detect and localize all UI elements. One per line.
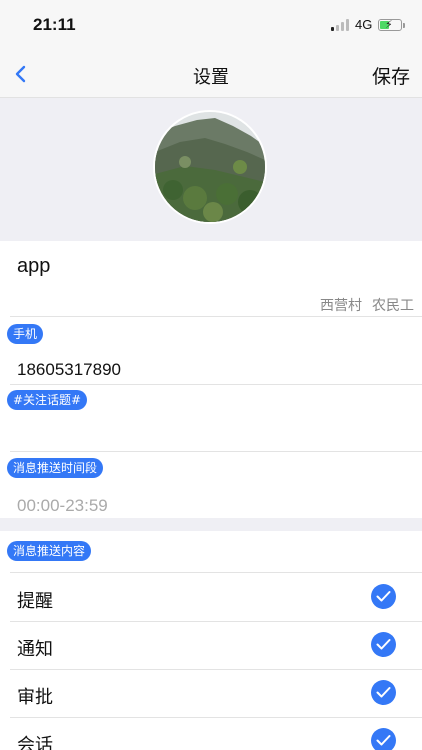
option-label: 会话	[17, 735, 53, 750]
divider	[10, 669, 422, 670]
push-time-label: 消息推送时间段	[7, 458, 104, 478]
checkmark-icon[interactable]	[371, 728, 396, 750]
nav-bar: 设置 保存	[0, 50, 422, 98]
divider	[10, 451, 422, 452]
network-type: 4G	[355, 17, 373, 32]
status-bar: 21:11 4G ⚡	[0, 0, 422, 50]
topic-field[interactable]	[17, 414, 407, 448]
push-content-label: 消息推送内容	[7, 541, 92, 561]
village-label: 西营村	[320, 298, 362, 314]
nickname-field[interactable]: app	[17, 255, 50, 278]
push-time-field[interactable]: 00:00-23:59	[17, 496, 108, 516]
divider	[10, 572, 422, 573]
page-title: 设置	[193, 67, 229, 88]
avatar-image	[155, 112, 265, 222]
divider	[10, 316, 422, 317]
status-time: 21:11	[33, 15, 76, 34]
save-button[interactable]: 保存	[372, 62, 410, 89]
divider	[10, 384, 422, 385]
signal-icon	[331, 19, 349, 31]
battery-icon: ⚡	[378, 18, 405, 31]
divider	[10, 621, 422, 622]
section-gap	[0, 518, 422, 531]
checkmark-icon[interactable]	[371, 584, 396, 609]
phone-label: 手机	[7, 324, 44, 344]
topic-label: #关注话题#	[7, 390, 88, 410]
avatar-section	[0, 98, 422, 241]
option-label: 审批	[17, 687, 53, 708]
checkmark-icon[interactable]	[371, 632, 396, 657]
occupation-label: 农民工	[372, 298, 414, 314]
location-tags: 西营村 农民工	[320, 295, 414, 315]
phone-field[interactable]: 18605317890	[17, 360, 121, 380]
avatar[interactable]	[153, 110, 267, 224]
option-label: 提醒	[17, 591, 53, 612]
option-label: 通知	[17, 639, 53, 660]
checkmark-icon[interactable]	[371, 680, 396, 705]
divider	[10, 717, 422, 718]
